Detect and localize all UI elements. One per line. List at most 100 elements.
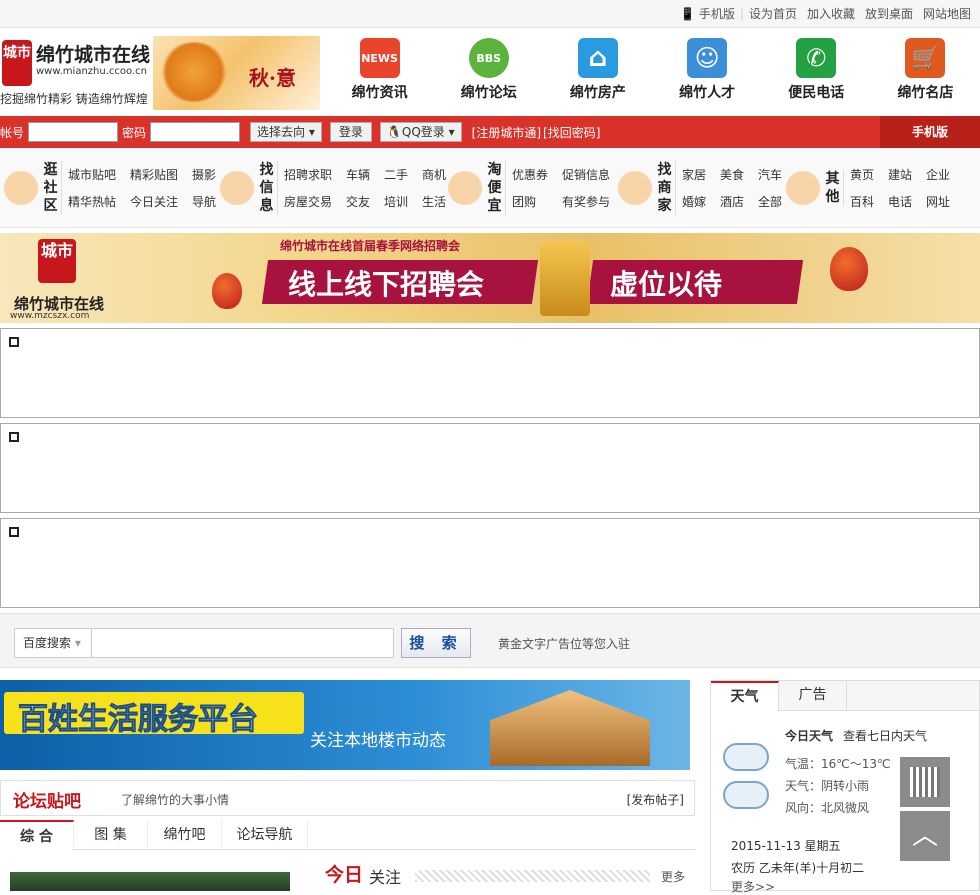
logo-slogan: 挖掘绵竹精彩 铸造绵竹辉煌 [0,92,148,106]
account-input[interactable] [28,122,119,142]
qr-code-button[interactable] [900,757,950,807]
category-links: 城市贴吧 精彩贴图 摄影 精华热帖 今日关注 导航 [68,166,216,210]
nav-house[interactable]: ⌂ 绵竹房产 [543,28,652,116]
week-weather-link[interactable]: 查看七日内天气 [843,727,927,744]
category-link[interactable]: 有奖参与 [562,193,610,210]
add-favorite-link[interactable]: 加入收藏 [807,5,855,22]
tab-ads[interactable]: 广告 [779,681,847,711]
banner-subtitle: 绵竹城市在线首届春季网络招聘会 [280,239,461,253]
search-engine-select[interactable]: 百度搜索 ▾ [14,628,92,658]
top-bar: 📱 手机版 | 设为首页 加入收藏 放到桌面 网站地图 [0,0,980,28]
ad-slot[interactable] [0,518,980,608]
recruitment-banner[interactable]: 城市 绵竹城市在线 www.mzcszx.com 绵竹城市在线首届春季网络招聘会… [0,233,980,323]
category-link[interactable]: 促销信息 [562,166,610,183]
category-link[interactable]: 摄影 [192,166,216,183]
banner-headline: 线上线下招聘会 [288,268,485,301]
category-link[interactable]: 导航 [192,193,216,210]
nav-news[interactable]: NEWS 绵竹资讯 [325,28,434,116]
ad-slot[interactable] [0,423,980,513]
weather-more-link[interactable]: 更多>> [731,878,775,895]
mobile-version-button[interactable]: 手机版 [880,116,980,148]
weather-tabs: 天气 广告 [711,681,979,711]
category-link[interactable]: 酒店 [720,193,744,210]
category-title: 淘便宜 [486,161,506,215]
post-thread-link[interactable]: [发布帖子] [627,791,684,808]
category-link[interactable]: 优惠券 [512,166,548,183]
qr-code-icon [910,767,940,797]
banner-url: www.mzcszx.com [10,311,90,321]
set-homepage-link[interactable]: 设为首页 [749,5,797,22]
tab-forum-nav[interactable]: 论坛导航 [222,820,308,850]
text-ad-link[interactable]: 黄金文字广告位等您入驻 [498,635,630,652]
tab-weather[interactable]: 天气 [711,681,779,711]
qq-login-button[interactable]: 🐧QQ登录 ▾ [379,122,462,142]
password-input[interactable] [150,122,241,142]
category-link[interactable]: 电话 [888,193,912,210]
search-button[interactable]: 搜 索 [401,628,471,658]
nav-forum[interactable]: BBS 绵竹论坛 [434,28,543,116]
temperature: 气温：16℃～13℃ [785,757,891,771]
category-link[interactable]: 商机 [422,166,446,183]
category-link[interactable]: 全部 [758,193,782,210]
forum-tabs: 综 合 图 集 绵竹吧 论坛导航 [0,820,695,850]
today-subtitle: 关注 [369,868,402,887]
password-label: 密码 [122,125,147,140]
mobile-link[interactable]: 📱 手机版 [680,5,735,22]
category-link[interactable]: 今日关注 [130,193,178,210]
more-link[interactable]: 更多 [661,868,685,885]
divider: | [739,6,744,21]
nav-phone[interactable]: ✆ 便民电话 [762,28,871,116]
today-focus: 今日 关注 更多 [325,860,695,890]
category-link[interactable]: 生活 [422,193,446,210]
tab-mianzhu-bar[interactable]: 绵竹吧 [148,820,222,850]
category-link[interactable]: 招聘求职 [284,166,332,183]
nav-label: 绵竹人才 [679,85,736,101]
login-button[interactable]: 登录 [329,122,372,142]
nav-talent[interactable]: ☺ 绵竹人才 [653,28,762,116]
today-title: 今日 [325,864,364,886]
category-link[interactable]: 网址 [926,193,950,210]
register-link[interactable]: [注册城市通] [472,124,541,141]
search-input[interactable] [91,628,394,658]
category-link[interactable]: 家居 [682,166,706,183]
category-link[interactable]: 团购 [512,193,548,210]
category-link[interactable]: 车辆 [346,166,370,183]
category-link[interactable]: 黄页 [850,166,874,183]
category-link[interactable]: 精彩贴图 [130,166,178,183]
category-link[interactable]: 企业 [926,166,950,183]
service-subtitle: 关注本地楼市动态 [310,731,446,751]
broken-image-icon [9,337,19,347]
find-password-link[interactable]: [找回密码] [543,124,600,141]
sitemap-link[interactable]: 网站地图 [923,5,971,22]
autumn-banner[interactable]: 秋·意 [153,36,320,110]
category-link[interactable]: 百科 [850,193,874,210]
service-banner[interactable]: 百姓生活服务平台 关注本地楼市动态 [0,680,690,770]
nav-shop[interactable]: 🛒 绵竹名店 [871,28,980,116]
header: 城市 绵竹城市在线 www.mianzhu.ccoo.cn 挖掘绵竹精彩 铸造绵… [0,28,980,116]
logo-url: www.mianzhu.ccoo.cn [36,66,147,77]
forum-thumbnail[interactable] [10,872,290,891]
tab-gallery[interactable]: 图 集 [74,820,148,850]
category-link[interactable]: 美食 [720,166,744,183]
category-link[interactable]: 二手 [384,166,408,183]
category-link[interactable]: 精华热帖 [68,193,116,210]
category-link[interactable]: 交友 [346,193,370,210]
category-link[interactable]: 婚嫁 [682,193,706,210]
qq-login-label: QQ登录 [401,125,445,139]
broken-image-icon [9,432,19,442]
chat-icon [4,171,38,205]
category-link[interactable]: 培训 [384,193,408,210]
tab-overview[interactable]: 综 合 [0,820,74,850]
ad-slot[interactable] [0,328,980,418]
desktop-shortcut-link[interactable]: 放到桌面 [865,5,913,22]
pin-icon [618,171,652,205]
back-to-top-button[interactable]: ︿ [900,811,950,861]
destination-select[interactable]: 选择去向 ▾ [250,122,322,142]
category-link[interactable]: 汽车 [758,166,782,183]
site-logo[interactable]: 城市 绵竹城市在线 www.mianzhu.ccoo.cn 挖掘绵竹精彩 铸造绵… [0,36,150,106]
broken-image-icon [9,527,19,537]
category-link[interactable]: 城市贴吧 [68,166,116,183]
account-label: 帐号 [0,125,25,140]
category-link[interactable]: 建站 [888,166,912,183]
category-link[interactable]: 房屋交易 [284,193,332,210]
